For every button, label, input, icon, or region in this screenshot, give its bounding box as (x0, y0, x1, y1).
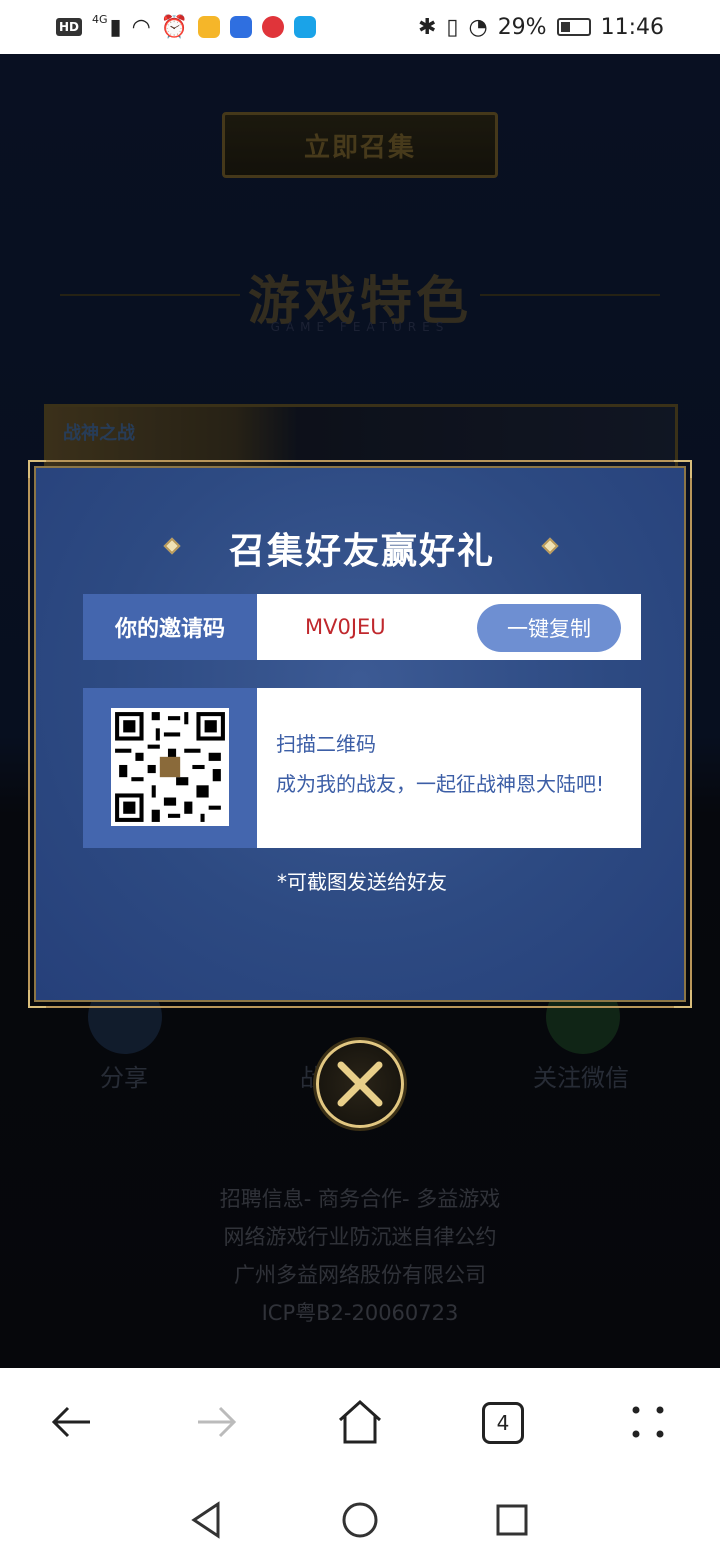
alarm-icon: ⏰ (160, 14, 189, 40)
close-modal-button[interactable] (316, 1040, 404, 1128)
qr-invite-message: 成为我的战友，一起征战神恩大陆吧! (276, 772, 605, 796)
qr-instruction: 扫描二维码 (276, 732, 376, 756)
bluetooth-icon: ✱ (417, 14, 437, 40)
app-notification-icon (198, 16, 221, 38)
hd-badge: HD (56, 18, 83, 36)
home-icon[interactable] (336, 1398, 384, 1446)
invite-code-label: 你的邀请码 (83, 594, 257, 660)
forward-arrow-icon[interactable] (192, 1398, 240, 1446)
signal-icon: ▮ (109, 14, 122, 40)
speed-icon: ◔ (468, 14, 488, 40)
qr-code-image (111, 708, 229, 826)
menu-icon[interactable] (624, 1398, 672, 1446)
browser-toolbar: 4 (0, 1368, 720, 1480)
vibrate-icon: ▯ (446, 14, 459, 40)
tabs-count: 4 (496, 1411, 510, 1435)
home-circle-icon[interactable] (340, 1500, 380, 1540)
qr-row: 扫描二维码 成为我的战友，一起征战神恩大陆吧! (83, 688, 641, 848)
modal-title: 召集好友赢好礼 (228, 531, 495, 572)
search-app-icon (294, 16, 317, 38)
invite-code-row: 你的邀请码 MV0JEU 一键复制 (83, 594, 641, 660)
battery-percent: 29% (497, 14, 547, 40)
status-bar: HD 4G ▮ ◠ ⏰ ✱ ▯ ◔ 29% 11:46 (0, 0, 720, 54)
close-icon (337, 1061, 383, 1107)
qr-panel (83, 688, 257, 848)
invite-code-value: MV0JEU (305, 615, 386, 639)
app-notification-icon (230, 16, 253, 38)
wifi-icon: ◠ (131, 14, 151, 40)
clock: 11:46 (600, 14, 664, 40)
frame-corner (674, 990, 692, 1008)
tabs-icon[interactable]: 4 (482, 1402, 524, 1444)
battery-icon (556, 18, 591, 36)
copy-code-button[interactable]: 一键复制 (477, 604, 621, 652)
recents-square-icon[interactable] (494, 1502, 530, 1538)
back-arrow-icon[interactable] (48, 1398, 96, 1446)
frame-corner (28, 990, 46, 1008)
back-triangle-icon[interactable] (188, 1500, 224, 1540)
screenshot-hint: *可截图发送给好友 (277, 870, 447, 894)
frame-corner (674, 460, 692, 478)
network-label: 4G (92, 12, 108, 26)
app-notification-icon (262, 16, 285, 38)
invite-modal: 召集好友赢好礼 你的邀请码 MV0JEU 一键复制 扫描二维码 成为我的战友，一… (28, 460, 692, 1008)
system-navigation-bar (0, 1480, 720, 1560)
frame-corner (28, 460, 46, 478)
status-right: ✱ ▯ ◔ 29% 11:46 (418, 15, 664, 40)
status-left: HD 4G ▮ ◠ ⏰ (56, 12, 317, 40)
